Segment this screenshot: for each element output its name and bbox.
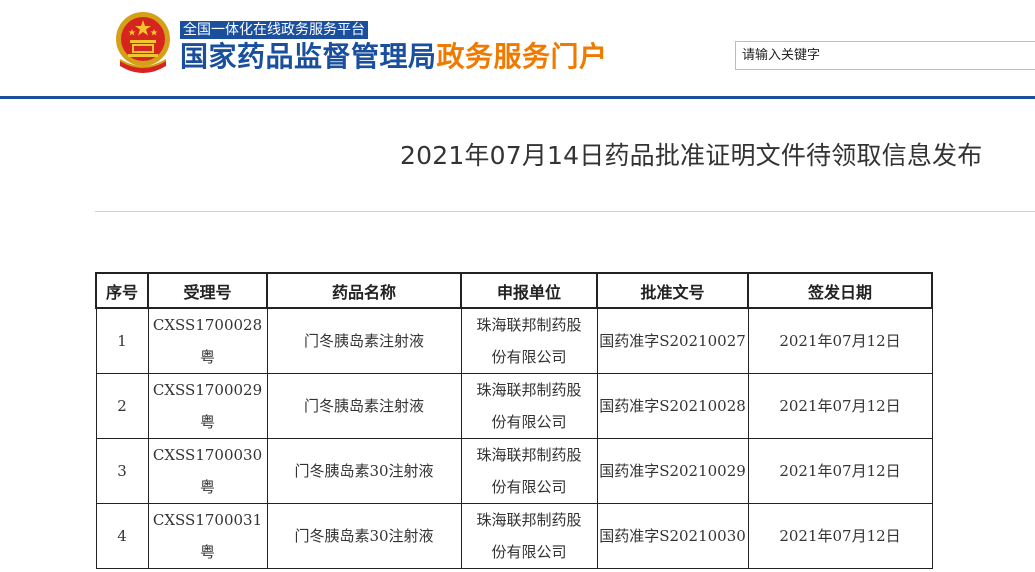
cell-acceptance: CXSS1700029粤 — [147, 373, 268, 439]
table-row: 2 CXSS1700029粤 门冬胰岛素注射液 珠海联邦制药股份有限公司 国药准… — [95, 373, 933, 439]
platform-tag[interactable]: 全国一体化在线政务服务平台 — [180, 21, 368, 39]
national-emblem-icon[interactable] — [112, 10, 174, 76]
cell-date: 2021年07月12日 — [747, 307, 933, 374]
site-header: 全国一体化在线政务服务平台 国家药品监督管理局政务服务门户 — [0, 0, 1035, 96]
site-title-main: 国家药品监督管理局 — [180, 40, 437, 73]
header-cell-approval: 批准文号 — [596, 272, 749, 309]
site-title[interactable]: 国家药品监督管理局政务服务门户 — [180, 40, 608, 74]
cell-approval: 国药准字S20210030 — [596, 503, 749, 569]
site-title-sub: 政务服务门户 — [436, 40, 608, 73]
header-cell-drug: 药品名称 — [266, 272, 462, 309]
cell-drug: 门冬胰岛素30注射液 — [266, 438, 462, 504]
header-cell-date: 签发日期 — [747, 272, 933, 309]
cell-approval: 国药准字S20210028 — [596, 373, 749, 439]
table-row: 1 CXSS1700028粤 门冬胰岛素注射液 珠海联邦制药股份有限公司 国药准… — [95, 307, 933, 374]
header-cell-acceptance: 受理号 — [147, 272, 268, 309]
cell-approval: 国药准字S20210029 — [596, 438, 749, 504]
page-title: 2021年07月14日药品批准证明文件待领取信息发布 — [400, 141, 983, 170]
header-cell-no: 序号 — [95, 272, 149, 309]
cell-no: 3 — [95, 438, 149, 504]
cell-no: 4 — [95, 503, 149, 569]
title-divider — [95, 211, 1035, 212]
header-cell-applicant: 申报单位 — [460, 272, 598, 309]
table-row: 3 CXSS1700030粤 门冬胰岛素30注射液 珠海联邦制药股份有限公司 国… — [95, 438, 933, 504]
cell-acceptance: CXSS1700031粤 — [147, 503, 268, 569]
cell-applicant: 珠海联邦制药股份有限公司 — [460, 503, 598, 569]
cell-date: 2021年07月12日 — [747, 503, 933, 569]
cell-applicant: 珠海联邦制药股份有限公司 — [460, 438, 598, 504]
table-row: 4 CXSS1700031粤 门冬胰岛素30注射液 珠海联邦制药股份有限公司 国… — [95, 503, 933, 569]
header-divider — [0, 96, 1035, 99]
cell-date: 2021年07月12日 — [747, 438, 933, 504]
search-input[interactable] — [735, 41, 1035, 70]
table-header-row: 序号 受理号 药品名称 申报单位 批准文号 签发日期 — [95, 272, 933, 309]
cell-applicant: 珠海联邦制药股份有限公司 — [460, 373, 598, 439]
cell-drug: 门冬胰岛素30注射液 — [266, 503, 462, 569]
cell-drug: 门冬胰岛素注射液 — [266, 373, 462, 439]
cell-drug: 门冬胰岛素注射液 — [266, 307, 462, 374]
cell-approval: 国药准字S20210027 — [596, 307, 749, 374]
cell-acceptance: CXSS1700030粤 — [147, 438, 268, 504]
cell-no: 2 — [95, 373, 149, 439]
cell-applicant: 珠海联邦制药股份有限公司 — [460, 307, 598, 374]
cell-acceptance: CXSS1700028粤 — [147, 307, 268, 374]
cell-no: 1 — [95, 307, 149, 374]
cell-date: 2021年07月12日 — [747, 373, 933, 439]
approval-table: 序号 受理号 药品名称 申报单位 批准文号 签发日期 1 CXSS1700028… — [95, 272, 933, 569]
